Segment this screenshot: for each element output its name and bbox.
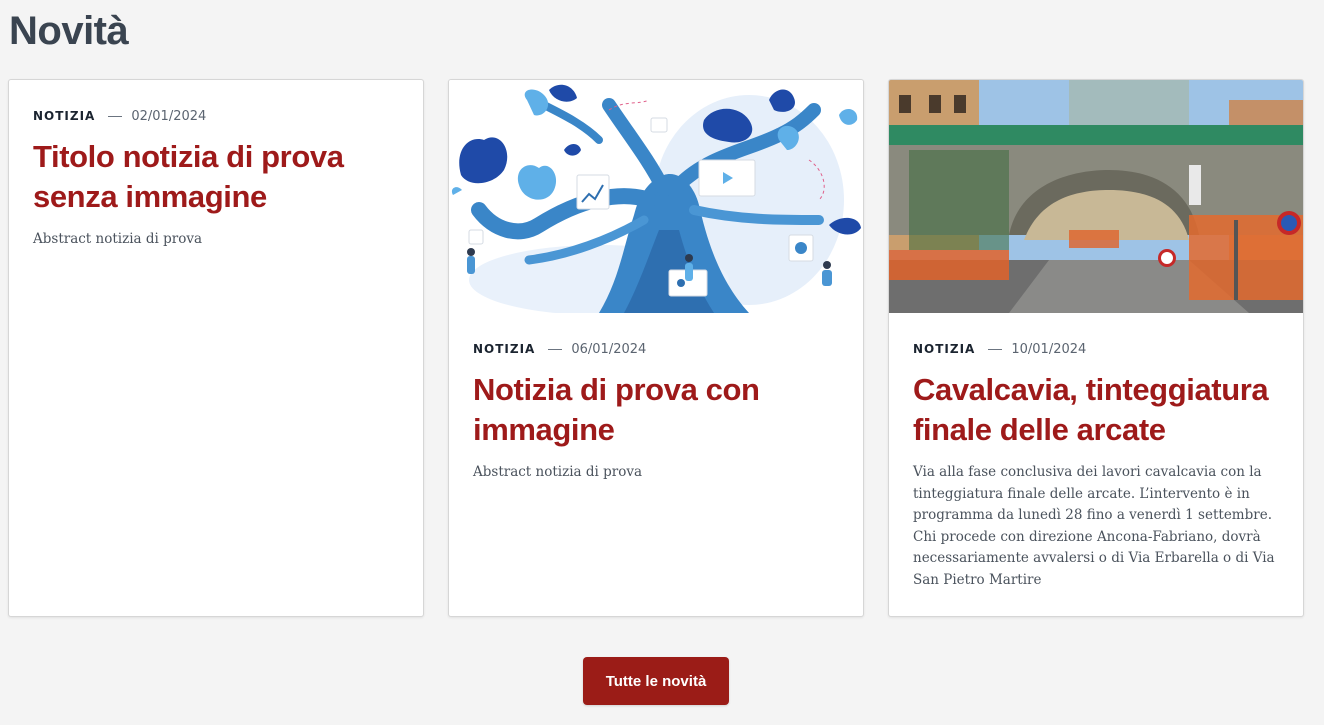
tree-illustration-image: [449, 80, 863, 313]
card-abstract: Via alla fase conclusiva dei lavori cava…: [913, 464, 1275, 588]
card-category: NOTIZIA: [913, 342, 976, 356]
all-news-button[interactable]: Tutte le novità: [583, 657, 729, 705]
meta-separator: [108, 115, 123, 117]
news-card[interactable]: NOTIZIA 02/01/2024 Titolo notizia di pro…: [8, 79, 424, 617]
card-body: NOTIZIA 02/01/2024 Titolo notizia di pro…: [9, 80, 423, 251]
card-abstract: Abstract notizia di prova: [473, 464, 643, 480]
card-title-link[interactable]: Cavalcavia, tinteggiatura finale delle a…: [913, 370, 1279, 450]
section-title: Novità: [9, 9, 129, 53]
card-date: 02/01/2024: [131, 108, 207, 124]
meta-separator: [548, 348, 563, 350]
card-date: 10/01/2024: [1011, 341, 1087, 357]
news-card[interactable]: NOTIZIA 06/01/2024 Notizia di prova con …: [448, 79, 864, 617]
card-meta: NOTIZIA 02/01/2024: [33, 108, 399, 124]
overpass-photo-image: [889, 80, 1303, 313]
card-category: NOTIZIA: [33, 109, 96, 123]
card-meta: NOTIZIA 06/01/2024: [473, 341, 839, 357]
card-body: NOTIZIA 10/01/2024 Cavalcavia, tinteggia…: [889, 313, 1303, 592]
news-card[interactable]: NOTIZIA 10/01/2024 Cavalcavia, tinteggia…: [888, 79, 1304, 617]
card-title-link[interactable]: Titolo notizia di prova senza immagine: [33, 137, 399, 217]
meta-separator: [988, 348, 1003, 350]
card-body: NOTIZIA 06/01/2024 Notizia di prova con …: [449, 313, 863, 484]
card-category: NOTIZIA: [473, 342, 536, 356]
card-title-link[interactable]: Notizia di prova con immagine: [473, 370, 839, 450]
card-date: 06/01/2024: [571, 341, 647, 357]
card-meta: NOTIZIA 10/01/2024: [913, 341, 1279, 357]
card-abstract: Abstract notizia di prova: [33, 231, 203, 247]
